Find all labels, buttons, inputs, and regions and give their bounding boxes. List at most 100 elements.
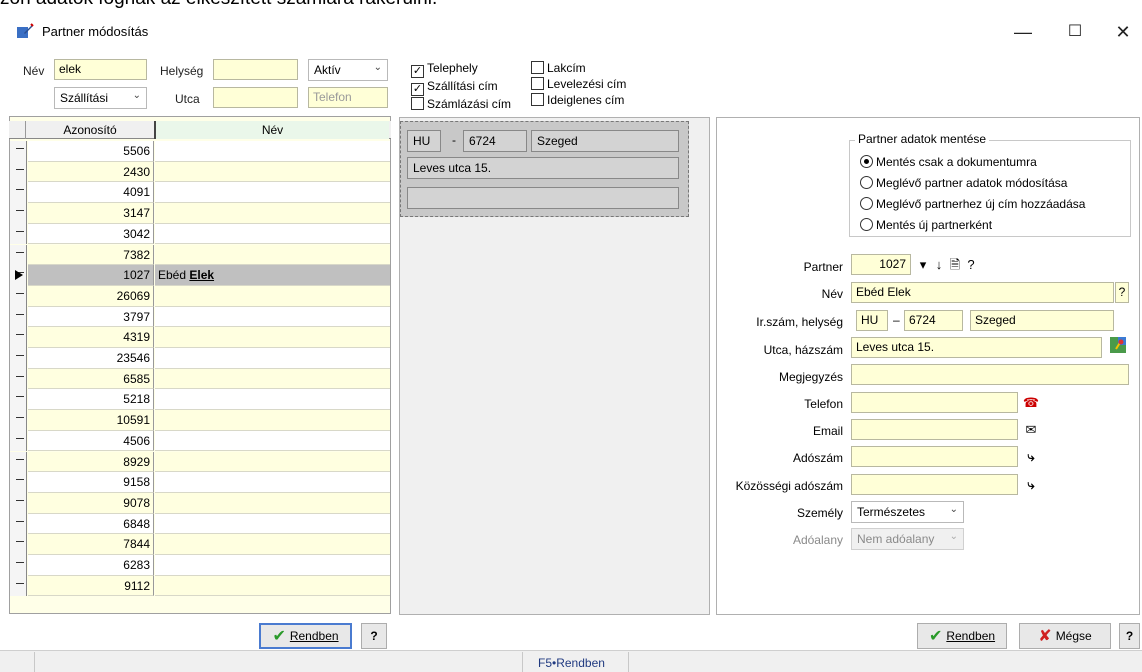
table-row[interactable]: 6585 <box>10 368 390 390</box>
cell-name <box>155 534 390 555</box>
table-row[interactable]: 7844 <box>10 534 390 555</box>
utca-filter-input[interactable] <box>213 87 298 108</box>
megjegyzes-input[interactable] <box>851 364 1129 385</box>
row-indicator[interactable] <box>10 575 27 597</box>
table-row[interactable]: 10591 <box>10 410 390 431</box>
row-indicator[interactable] <box>10 141 27 162</box>
help-button-left[interactable]: ? <box>361 623 387 649</box>
helyseg-filter-input[interactable] <box>213 59 298 80</box>
row-indicator[interactable] <box>10 492 27 514</box>
close-button[interactable]: ✕ <box>1100 16 1142 48</box>
table-row[interactable]: 3147 <box>10 203 390 224</box>
table-row[interactable]: 5218 <box>10 389 390 411</box>
table-row[interactable]: 3042 <box>10 223 390 245</box>
cell-name <box>155 368 390 390</box>
row-indicator[interactable] <box>10 513 27 535</box>
partner-label: Partner <box>803 260 843 274</box>
table-row[interactable]: 9158 <box>10 472 390 493</box>
table-row[interactable]: 2430 <box>10 161 390 183</box>
status-select[interactable]: Aktív ⌄ <box>308 59 388 81</box>
name-help-icon[interactable]: ? <box>1115 282 1129 303</box>
row-indicator[interactable] <box>10 244 27 266</box>
telefon-filter-input[interactable]: Telefon <box>308 87 388 108</box>
nev-filter-input[interactable]: elek <box>54 59 147 80</box>
table-row[interactable]: 26069 <box>10 285 390 307</box>
table-row[interactable]: 4091 <box>10 182 390 204</box>
checkbox-lakcim[interactable]: Lakcím <box>531 60 626 76</box>
phone-icon[interactable]: ☎ <box>1020 392 1042 414</box>
kozossegi-adoszam-input[interactable] <box>851 474 1018 495</box>
ok-button-right[interactable]: ✔ Rendben <box>917 623 1007 649</box>
cell-id: 6283 <box>28 555 154 576</box>
minimize-button[interactable]: — <box>1000 16 1046 48</box>
radio-save-new-partner[interactable]: Mentés új partnerként <box>860 215 1085 236</box>
cell-name <box>155 182 390 204</box>
row-indicator[interactable] <box>10 389 27 411</box>
table-row[interactable]: 3797 <box>10 306 390 328</box>
checkbox-telephely[interactable]: ✓ Telephely <box>411 60 511 78</box>
row-indicator[interactable] <box>10 223 27 245</box>
row-indicator[interactable] <box>10 327 27 348</box>
tax-lookup-icon[interactable]: ⤷ <box>1020 446 1042 468</box>
maximize-button[interactable]: ☐ <box>1052 16 1098 48</box>
cell-id: 7382 <box>28 244 154 266</box>
column-header-name[interactable]: Név <box>154 121 389 139</box>
table-row[interactable]: 1027 Ebéd Elek <box>10 265 390 286</box>
cancel-button[interactable]: ✘ Mégse <box>1019 623 1111 649</box>
help-button-right[interactable]: ? <box>1119 623 1140 649</box>
cell-name <box>155 203 390 224</box>
table-row[interactable]: 7382 <box>10 244 390 266</box>
row-indicator[interactable] <box>10 472 27 493</box>
checkbox-szallitasi[interactable]: ✓ Szállítási cím <box>411 78 511 96</box>
row-indicator[interactable] <box>10 203 27 224</box>
email-input[interactable] <box>851 419 1018 440</box>
row-indicator[interactable] <box>10 348 27 369</box>
table-row[interactable]: 5506 <box>10 141 390 162</box>
row-indicator[interactable] <box>10 306 27 328</box>
telefon-input[interactable] <box>851 392 1018 413</box>
table-row[interactable]: 4319 <box>10 327 390 348</box>
row-indicator[interactable] <box>10 534 27 555</box>
checkbox-levelezesi[interactable]: Levelezési cím <box>531 76 626 92</box>
adoalany-label: Adóalany <box>792 533 843 547</box>
partner-id-input[interactable]: 1027 <box>851 254 911 275</box>
email-label: Email <box>812 424 843 438</box>
street-input[interactable]: Leves utca 15. <box>851 337 1102 358</box>
table-row[interactable]: 6283 <box>10 555 390 576</box>
radio-save-document-only[interactable]: Mentés csak a dokumentumra <box>860 152 1085 173</box>
table-row[interactable]: 9112 <box>10 575 390 597</box>
row-indicator[interactable] <box>10 555 27 576</box>
table-row[interactable]: 6848 <box>10 513 390 535</box>
table-row[interactable]: 23546 <box>10 348 390 369</box>
city-input[interactable]: Szeged <box>970 310 1114 331</box>
map-icon[interactable] <box>1107 337 1129 359</box>
row-indicator[interactable] <box>10 430 27 452</box>
row-indicator[interactable] <box>10 368 27 390</box>
checkbox-szamlazasi[interactable]: Számlázási cím <box>411 96 511 112</box>
zip-input[interactable]: 6724 <box>904 310 963 331</box>
szemely-select[interactable]: Természetes ⌄ <box>851 501 964 523</box>
envelope-icon[interactable]: ✉ <box>1020 419 1042 441</box>
radio-add-address[interactable]: Meglévő partnerhez új cím hozzáadása <box>860 194 1085 215</box>
row-indicator[interactable] <box>10 285 27 307</box>
cim-type-select[interactable]: Szállítási ⌄ <box>54 87 147 109</box>
cell-name <box>155 451 390 473</box>
row-pointer-icon[interactable] <box>10 265 27 286</box>
row-indicator[interactable] <box>10 410 27 431</box>
partner-name-input[interactable]: Ebéd Elek <box>851 282 1114 303</box>
adoszam-input[interactable] <box>851 446 1018 467</box>
eu-tax-lookup-icon[interactable]: ⤷ <box>1020 474 1042 496</box>
checkbox-ideiglenes[interactable]: Ideiglenes cím <box>531 92 626 108</box>
address-city: Szeged <box>531 130 679 152</box>
row-indicator[interactable] <box>10 161 27 183</box>
help-small-icon[interactable]: ? <box>960 254 982 276</box>
table-row[interactable]: 9078 <box>10 492 390 514</box>
row-indicator[interactable] <box>10 451 27 473</box>
row-indicator[interactable] <box>10 182 27 204</box>
radio-modify-partner[interactable]: Meglévő partner adatok módosítása <box>860 173 1085 194</box>
table-row[interactable]: 8929 <box>10 451 390 473</box>
table-row[interactable]: 4506 <box>10 430 390 452</box>
column-header-id[interactable]: Azonosító <box>27 123 153 137</box>
ok-button-left[interactable]: ✔ Rendben <box>259 623 352 649</box>
country-input[interactable]: HU <box>856 310 888 331</box>
